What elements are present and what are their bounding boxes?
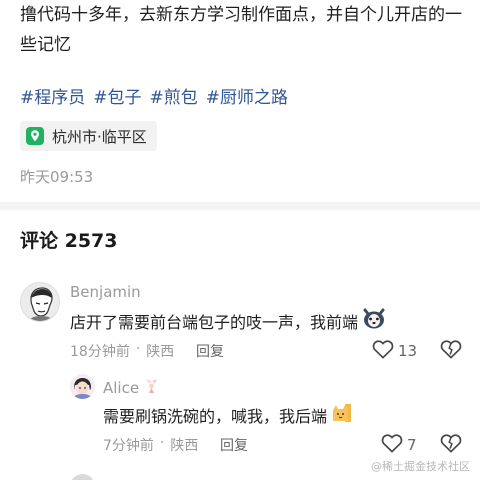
tag-chef-road[interactable]: #厨师之路 [206, 86, 288, 110]
comments-header: 评论 2573 [20, 230, 118, 252]
dislike-button[interactable] [440, 339, 462, 363]
comment-author[interactable]: Benjamin [70, 283, 141, 301]
tag-jianbao[interactable]: #煎包 [150, 86, 198, 110]
like-count: 7 [407, 436, 417, 454]
like-button[interactable]: 13 [372, 339, 417, 363]
watermark: @稀土掘金技术社区 [371, 460, 470, 473]
avatar[interactable] [20, 282, 60, 322]
comment-text-body: 需要刷锅洗碗的，喊我，我后端 [103, 406, 328, 426]
broken-heart-icon [440, 340, 462, 363]
avatar[interactable] [70, 374, 95, 399]
heart-icon [372, 339, 394, 363]
dislike-button[interactable] [440, 433, 462, 457]
like-button[interactable]: 7 [381, 433, 417, 457]
fairy-icon [143, 378, 159, 398]
broken-heart-icon [440, 434, 462, 457]
comment-text: 店开了需要前台端包子的吱一声，我前端 [70, 308, 386, 337]
husky-dog-emoji-icon [362, 308, 386, 337]
cat-emoji-icon [331, 402, 353, 431]
comment-author[interactable]: Alice [103, 379, 139, 397]
heart-icon [381, 433, 403, 457]
comment-text: 需要刷锅洗碗的，喊我，我后端 [103, 402, 353, 431]
comment-text-body: 店开了需要前台端包子的吱一声，我前端 [70, 312, 359, 332]
comment-meta: 7分钟前 · 陕西 [103, 435, 198, 455]
tag-list: #程序员 #包子 #煎包 #厨师之路 [20, 86, 288, 110]
comment-meta: 18分钟前 · 陕西 [70, 341, 174, 361]
location-chip[interactable]: 杭州市·临平区 [20, 121, 157, 151]
comment-time: 18分钟前 [70, 344, 130, 360]
avatar[interactable] [70, 474, 95, 480]
post-text: 撸代码十多年，去新东方学习制作面点，并自个儿开店的一些记忆 [20, 5, 462, 55]
reply-button[interactable]: 回复 [196, 341, 224, 361]
tag-baozi[interactable]: #包子 [93, 86, 141, 110]
meta-separator: · [159, 435, 165, 451]
comment-region: 陕西 [170, 438, 199, 454]
section-divider [0, 202, 480, 210]
like-count: 13 [398, 342, 418, 360]
comment-time: 7分钟前 [103, 438, 154, 454]
comment-region: 陕西 [146, 344, 175, 360]
post-timestamp: 昨天09:53 [20, 168, 94, 186]
location-label: 杭州市·临平区 [52, 127, 147, 146]
meta-separator: · [135, 341, 141, 357]
location-pin-icon [24, 125, 46, 147]
reply-button[interactable]: 回复 [220, 435, 248, 455]
tag-programmer[interactable]: #程序员 [20, 86, 85, 110]
comment-author-row: Alice [103, 378, 159, 398]
